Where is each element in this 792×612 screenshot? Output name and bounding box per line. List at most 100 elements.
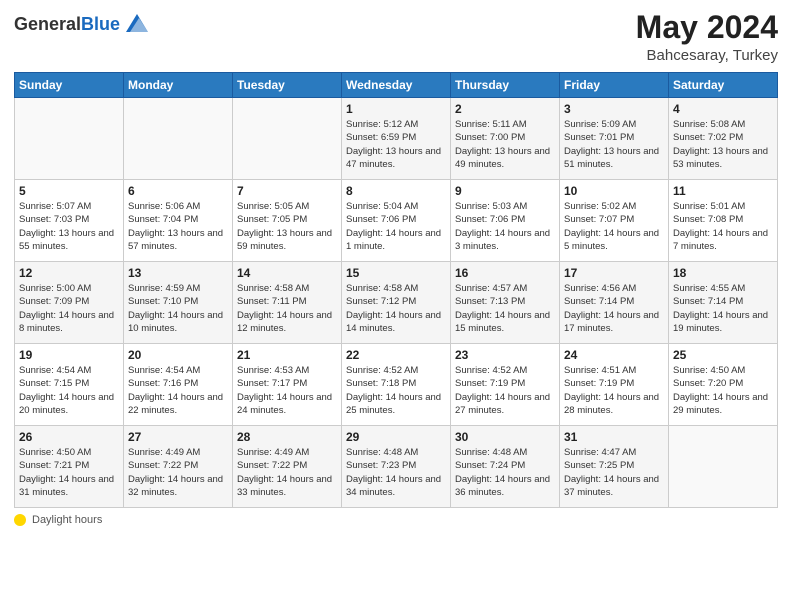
calendar-cell: 24 Sunrise: 4:51 AMSunset: 7:19 PMDayligh… (560, 344, 669, 426)
calendar-cell: 11 Sunrise: 5:01 AMSunset: 7:08 PMDayligh… (669, 180, 778, 262)
footer: Daylight hours (14, 514, 778, 526)
calendar-body: 1Sunrise: 5:12 AMSunset: 6:59 PMDaylight… (15, 98, 778, 508)
header: GeneralBlue May 2024 Bahcesaray, Turkey (14, 10, 778, 64)
day-info: Sunrise: 5:01 AMSunset: 7:08 PMDaylight:… (673, 200, 773, 253)
day-info: Sunrise: 4:49 AMSunset: 7:22 PMDaylight:… (128, 446, 228, 499)
day-info: Sunrise: 5:06 AMSunset: 7:04 PMDaylight:… (128, 200, 228, 253)
logo-blue: Blue (81, 14, 120, 34)
calendar-cell: 10Sunrise: 5:02 AMSunset: 7:07 PMDayligh… (560, 180, 669, 262)
calendar-day-header: Monday (124, 73, 233, 98)
calendar-day-header: Thursday (451, 73, 560, 98)
day-number: 31 (564, 430, 664, 444)
calendar-cell: 8Sunrise: 5:04 AMSunset: 7:06 PMDaylight… (342, 180, 451, 262)
daylight-label: Daylight hours (32, 514, 102, 526)
day-info: Sunrise: 5:09 AMSunset: 7:01 PMDaylight:… (564, 118, 664, 171)
calendar-cell: 21Sunrise: 4:53 AMSunset: 7:17 PMDayligh… (233, 344, 342, 426)
daylight-dot (14, 514, 26, 526)
calendar-cell: 4 Sunrise: 5:08 AMSunset: 7:02 PMDaylight… (669, 98, 778, 180)
calendar-cell: 30 Sunrise: 4:48 AMSunset: 7:24 PMDayligh… (451, 426, 560, 508)
calendar-cell: 22Sunrise: 4:52 AMSunset: 7:18 PMDayligh… (342, 344, 451, 426)
calendar-cell: 6 Sunrise: 5:06 AMSunset: 7:04 PMDaylight… (124, 180, 233, 262)
day-number: 6 (128, 184, 228, 198)
day-number: 23 (455, 348, 555, 362)
calendar-cell (233, 98, 342, 180)
calendar-cell: 29Sunrise: 4:48 AMSunset: 7:23 PMDayligh… (342, 426, 451, 508)
logo: GeneralBlue (14, 14, 148, 38)
calendar-cell: 14 Sunrise: 4:58 AMSunset: 7:11 PMDayligh… (233, 262, 342, 344)
day-info: Sunrise: 5:08 AMSunset: 7:02 PMDaylight:… (673, 118, 773, 171)
day-number: 24 (564, 348, 664, 362)
calendar-cell: 15Sunrise: 4:58 AMSunset: 7:12 PMDayligh… (342, 262, 451, 344)
header-row: SundayMondayTuesdayWednesdayThursdayFrid… (15, 73, 778, 98)
calendar-day-header: Tuesday (233, 73, 342, 98)
day-info: Sunrise: 4:50 AMSunset: 7:21 PMDaylight:… (19, 446, 119, 499)
day-info: Sunrise: 4:59 AMSunset: 7:10 PMDaylight:… (128, 282, 228, 335)
day-info: Sunrise: 4:48 AMSunset: 7:24 PMDaylight:… (455, 446, 555, 499)
day-info: Sunrise: 4:52 AMSunset: 7:19 PMDaylight:… (455, 364, 555, 417)
day-info: Sunrise: 4:57 AMSunset: 7:13 PMDaylight:… (455, 282, 555, 335)
day-number: 19 (19, 348, 119, 362)
day-number: 27 (128, 430, 228, 444)
day-number: 9 (455, 184, 555, 198)
location: Bahcesaray, Turkey (636, 47, 778, 64)
day-number: 17 (564, 266, 664, 280)
calendar-day-header: Wednesday (342, 73, 451, 98)
calendar-cell: 31Sunrise: 4:47 AMSunset: 7:25 PMDayligh… (560, 426, 669, 508)
calendar-week-row: 1Sunrise: 5:12 AMSunset: 6:59 PMDaylight… (15, 98, 778, 180)
calendar-week-row: 5 Sunrise: 5:07 AMSunset: 7:03 PMDaylight… (15, 180, 778, 262)
day-number: 16 (455, 266, 555, 280)
month-year: May 2024 (636, 10, 778, 45)
day-info: Sunrise: 5:11 AMSunset: 7:00 PMDaylight:… (455, 118, 555, 171)
day-info: Sunrise: 4:54 AMSunset: 7:15 PMDaylight:… (19, 364, 119, 417)
calendar-cell (669, 426, 778, 508)
logo-general: General (14, 14, 81, 34)
day-info: Sunrise: 5:05 AMSunset: 7:05 PMDaylight:… (237, 200, 337, 253)
day-number: 11 (673, 184, 773, 198)
logo-text: GeneralBlue (14, 14, 148, 38)
day-number: 29 (346, 430, 446, 444)
calendar-cell: 20 Sunrise: 4:54 AMSunset: 7:16 PMDayligh… (124, 344, 233, 426)
calendar-cell: 18Sunrise: 4:55 AMSunset: 7:14 PMDayligh… (669, 262, 778, 344)
calendar-cell: 12Sunrise: 5:00 AMSunset: 7:09 PMDayligh… (15, 262, 124, 344)
calendar-cell: 3 Sunrise: 5:09 AMSunset: 7:01 PMDaylight… (560, 98, 669, 180)
day-info: Sunrise: 4:58 AMSunset: 7:11 PMDaylight:… (237, 282, 337, 335)
day-number: 4 (673, 102, 773, 116)
calendar-cell: 1Sunrise: 5:12 AMSunset: 6:59 PMDaylight… (342, 98, 451, 180)
day-info: Sunrise: 4:53 AMSunset: 7:17 PMDaylight:… (237, 364, 337, 417)
calendar-cell: 27 Sunrise: 4:49 AMSunset: 7:22 PMDayligh… (124, 426, 233, 508)
day-number: 22 (346, 348, 446, 362)
day-number: 30 (455, 430, 555, 444)
calendar-header: SundayMondayTuesdayWednesdayThursdayFrid… (15, 73, 778, 98)
day-number: 2 (455, 102, 555, 116)
calendar-cell: 9Sunrise: 5:03 AMSunset: 7:06 PMDaylight… (451, 180, 560, 262)
day-number: 10 (564, 184, 664, 198)
calendar-day-header: Sunday (15, 73, 124, 98)
day-number: 13 (128, 266, 228, 280)
calendar-week-row: 26Sunrise: 4:50 AMSunset: 7:21 PMDayligh… (15, 426, 778, 508)
day-info: Sunrise: 4:49 AMSunset: 7:22 PMDaylight:… (237, 446, 337, 499)
day-number: 3 (564, 102, 664, 116)
day-number: 15 (346, 266, 446, 280)
calendar-cell: 2 Sunrise: 5:11 AMSunset: 7:00 PMDaylight… (451, 98, 560, 180)
day-number: 5 (19, 184, 119, 198)
day-number: 25 (673, 348, 773, 362)
day-info: Sunrise: 4:56 AMSunset: 7:14 PMDaylight:… (564, 282, 664, 335)
day-number: 18 (673, 266, 773, 280)
day-info: Sunrise: 5:12 AMSunset: 6:59 PMDaylight:… (346, 118, 446, 171)
calendar-cell: 5 Sunrise: 5:07 AMSunset: 7:03 PMDaylight… (15, 180, 124, 262)
calendar-day-header: Friday (560, 73, 669, 98)
day-number: 20 (128, 348, 228, 362)
day-info: Sunrise: 5:07 AMSunset: 7:03 PMDaylight:… (19, 200, 119, 253)
day-info: Sunrise: 4:51 AMSunset: 7:19 PMDaylight:… (564, 364, 664, 417)
logo-icon (126, 14, 148, 32)
calendar-cell: 17 Sunrise: 4:56 AMSunset: 7:14 PMDayligh… (560, 262, 669, 344)
calendar-cell: 19 Sunrise: 4:54 AMSunset: 7:15 PMDayligh… (15, 344, 124, 426)
day-info: Sunrise: 5:00 AMSunset: 7:09 PMDaylight:… (19, 282, 119, 335)
day-info: Sunrise: 4:54 AMSunset: 7:16 PMDaylight:… (128, 364, 228, 417)
day-number: 14 (237, 266, 337, 280)
calendar-cell: 23 Sunrise: 4:52 AMSunset: 7:19 PMDayligh… (451, 344, 560, 426)
calendar-cell: 28Sunrise: 4:49 AMSunset: 7:22 PMDayligh… (233, 426, 342, 508)
day-number: 7 (237, 184, 337, 198)
calendar-cell (124, 98, 233, 180)
calendar-cell: 26Sunrise: 4:50 AMSunset: 7:21 PMDayligh… (15, 426, 124, 508)
